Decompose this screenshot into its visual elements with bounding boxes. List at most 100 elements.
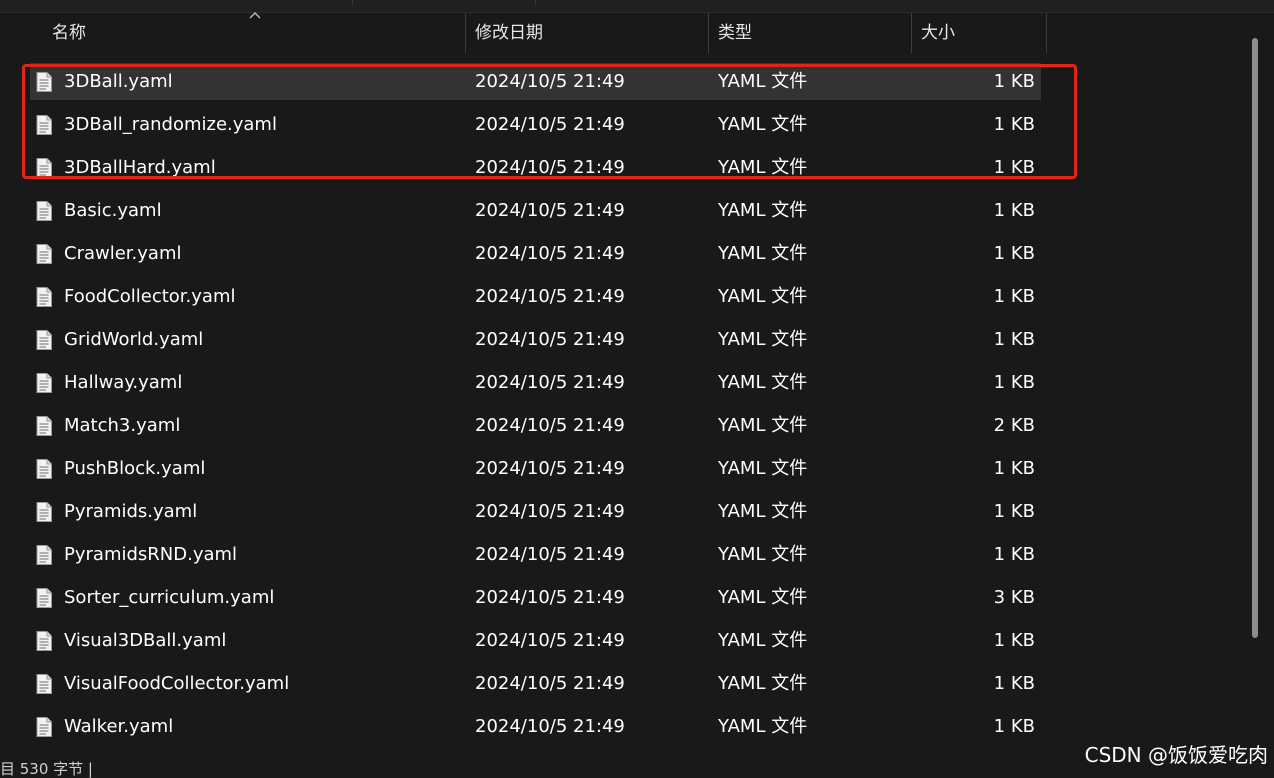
- file-size: 1 KB: [993, 501, 1035, 522]
- file-row[interactable]: Sorter_curriculum.yaml 2024/10/5 21:49 YAM…: [30, 579, 1041, 616]
- file-date: 2024/10/5 21:49: [475, 372, 625, 393]
- text-document-icon: [36, 502, 52, 522]
- file-size: 1 KB: [993, 329, 1035, 350]
- text-document-icon: [36, 158, 52, 178]
- file-size: 1 KB: [993, 372, 1035, 393]
- file-name: 3DBallHard.yaml: [64, 157, 216, 178]
- file-size: 1 KB: [993, 630, 1035, 651]
- file-name: Crawler.yaml: [64, 243, 182, 264]
- file-type: YAML 文件: [718, 673, 808, 694]
- file-size: 1 KB: [993, 673, 1035, 694]
- vertical-scrollbar[interactable]: [1252, 38, 1258, 638]
- column-header-row: 名称 修改日期 类型 大小: [0, 12, 1274, 53]
- column-divider[interactable]: [708, 13, 709, 53]
- text-document-icon: [36, 459, 52, 479]
- column-header-size[interactable]: 大小: [921, 13, 1046, 53]
- file-row[interactable]: Basic.yaml 2024/10/5 21:49 YAML 文件 1 KB: [30, 192, 1041, 229]
- file-row[interactable]: FoodCollector.yaml 2024/10/5 21:49 YAML 文件…: [30, 278, 1041, 315]
- text-document-icon: [36, 287, 52, 307]
- file-name: FoodCollector.yaml: [64, 286, 236, 307]
- file-type: YAML 文件: [718, 157, 808, 178]
- file-name: Visual3DBall.yaml: [64, 630, 227, 651]
- file-date: 2024/10/5 21:49: [475, 157, 625, 178]
- file-size: 1 KB: [993, 157, 1035, 178]
- file-name: PyramidsRND.yaml: [64, 544, 238, 565]
- file-date: 2024/10/5 21:49: [475, 544, 625, 565]
- file-name: 3DBall_randomize.yaml: [64, 114, 277, 135]
- file-size: 1 KB: [993, 114, 1035, 135]
- file-type: YAML 文件: [718, 200, 808, 221]
- file-date: 2024/10/5 21:49: [475, 501, 625, 522]
- file-date: 2024/10/5 21:49: [475, 673, 625, 694]
- text-document-icon: [36, 201, 52, 221]
- file-name: VisualFoodCollector.yaml: [64, 673, 290, 694]
- file-type: YAML 文件: [718, 114, 808, 135]
- file-size: 2 KB: [993, 415, 1035, 436]
- file-type: YAML 文件: [718, 415, 808, 436]
- file-row[interactable]: Visual3DBall.yaml 2024/10/5 21:49 YAML 文件 1…: [30, 622, 1041, 659]
- file-row[interactable]: GridWorld.yaml 2024/10/5 21:49 YAML 文件 1 KB: [30, 321, 1041, 358]
- column-header-type[interactable]: 类型: [718, 13, 910, 53]
- text-document-icon: [36, 244, 52, 264]
- file-date: 2024/10/5 21:49: [475, 716, 625, 737]
- text-document-icon: [36, 373, 52, 393]
- file-name: Walker.yaml: [64, 716, 174, 737]
- top-bar: [0, 0, 1274, 13]
- file-size: 1 KB: [993, 544, 1035, 565]
- file-size: 1 KB: [993, 243, 1035, 264]
- file-row[interactable]: 3DBall_randomize.yaml 2024/10/5 21:49 YAML…: [30, 106, 1041, 143]
- file-row[interactable]: Crawler.yaml 2024/10/5 21:49 YAML 文件 1 KB: [30, 235, 1041, 272]
- file-name: PushBlock.yaml: [64, 458, 206, 479]
- file-name: GridWorld.yaml: [64, 329, 204, 350]
- file-type: YAML 文件: [718, 372, 808, 393]
- file-date: 2024/10/5 21:49: [475, 71, 625, 92]
- column-divider[interactable]: [465, 13, 466, 53]
- text-document-icon: [36, 115, 52, 135]
- file-date: 2024/10/5 21:49: [475, 458, 625, 479]
- file-size: 3 KB: [993, 587, 1035, 608]
- file-date: 2024/10/5 21:49: [475, 286, 625, 307]
- column-header-name[interactable]: 名称: [52, 13, 465, 53]
- file-name: 3DBall.yaml: [64, 71, 173, 92]
- text-document-icon: [36, 588, 52, 608]
- file-date: 2024/10/5 21:49: [475, 243, 625, 264]
- file-row[interactable]: PushBlock.yaml 2024/10/5 21:49 YAML 文件 1 KB: [30, 450, 1041, 487]
- file-date: 2024/10/5 21:49: [475, 415, 625, 436]
- file-row[interactable]: PyramidsRND.yaml 2024/10/5 21:49 YAML 文件 1 …: [30, 536, 1041, 573]
- file-name: Match3.yaml: [64, 415, 181, 436]
- column-divider[interactable]: [911, 13, 912, 53]
- file-size: 1 KB: [993, 71, 1035, 92]
- file-date: 2024/10/5 21:49: [475, 200, 625, 221]
- file-date: 2024/10/5 21:49: [475, 587, 625, 608]
- file-type: YAML 文件: [718, 587, 808, 608]
- file-date: 2024/10/5 21:49: [475, 630, 625, 651]
- file-type: YAML 文件: [718, 329, 808, 350]
- file-row[interactable]: Pyramids.yaml 2024/10/5 21:49 YAML 文件 1 KB: [30, 493, 1041, 530]
- file-name: Sorter_curriculum.yaml: [64, 587, 275, 608]
- file-size: 1 KB: [993, 458, 1035, 479]
- text-document-icon: [36, 674, 52, 694]
- file-type: YAML 文件: [718, 458, 808, 479]
- file-name: Hallway.yaml: [64, 372, 183, 393]
- text-document-icon: [36, 717, 52, 737]
- file-row[interactable]: Hallway.yaml 2024/10/5 21:49 YAML 文件 1 KB: [30, 364, 1041, 401]
- file-row[interactable]: VisualFoodCollector.yaml 2024/10/5 21:49 Y…: [30, 665, 1041, 702]
- status-bar-text: 目 530 字节 |: [0, 760, 93, 778]
- toolbar-divider: [535, 0, 536, 4]
- column-divider[interactable]: [1046, 13, 1047, 53]
- text-document-icon: [36, 545, 52, 565]
- file-name: Basic.yaml: [64, 200, 162, 221]
- file-row[interactable]: 3DBall.yaml 2024/10/5 21:49 YAML 文件 1 KB: [30, 63, 1041, 100]
- file-date: 2024/10/5 21:49: [475, 114, 625, 135]
- file-row[interactable]: 3DBallHard.yaml 2024/10/5 21:49 YAML 文件 1 K…: [30, 149, 1041, 186]
- file-type: YAML 文件: [718, 716, 808, 737]
- text-document-icon: [36, 416, 52, 436]
- column-header-date[interactable]: 修改日期: [475, 13, 707, 53]
- file-name: Pyramids.yaml: [64, 501, 198, 522]
- file-row[interactable]: Walker.yaml 2024/10/5 21:49 YAML 文件 1 KB: [30, 708, 1041, 745]
- text-document-icon: [36, 631, 52, 651]
- file-row[interactable]: Match3.yaml 2024/10/5 21:49 YAML 文件 2 KB: [30, 407, 1041, 444]
- text-document-icon: [36, 330, 52, 350]
- file-size: 1 KB: [993, 716, 1035, 737]
- file-type: YAML 文件: [718, 630, 808, 651]
